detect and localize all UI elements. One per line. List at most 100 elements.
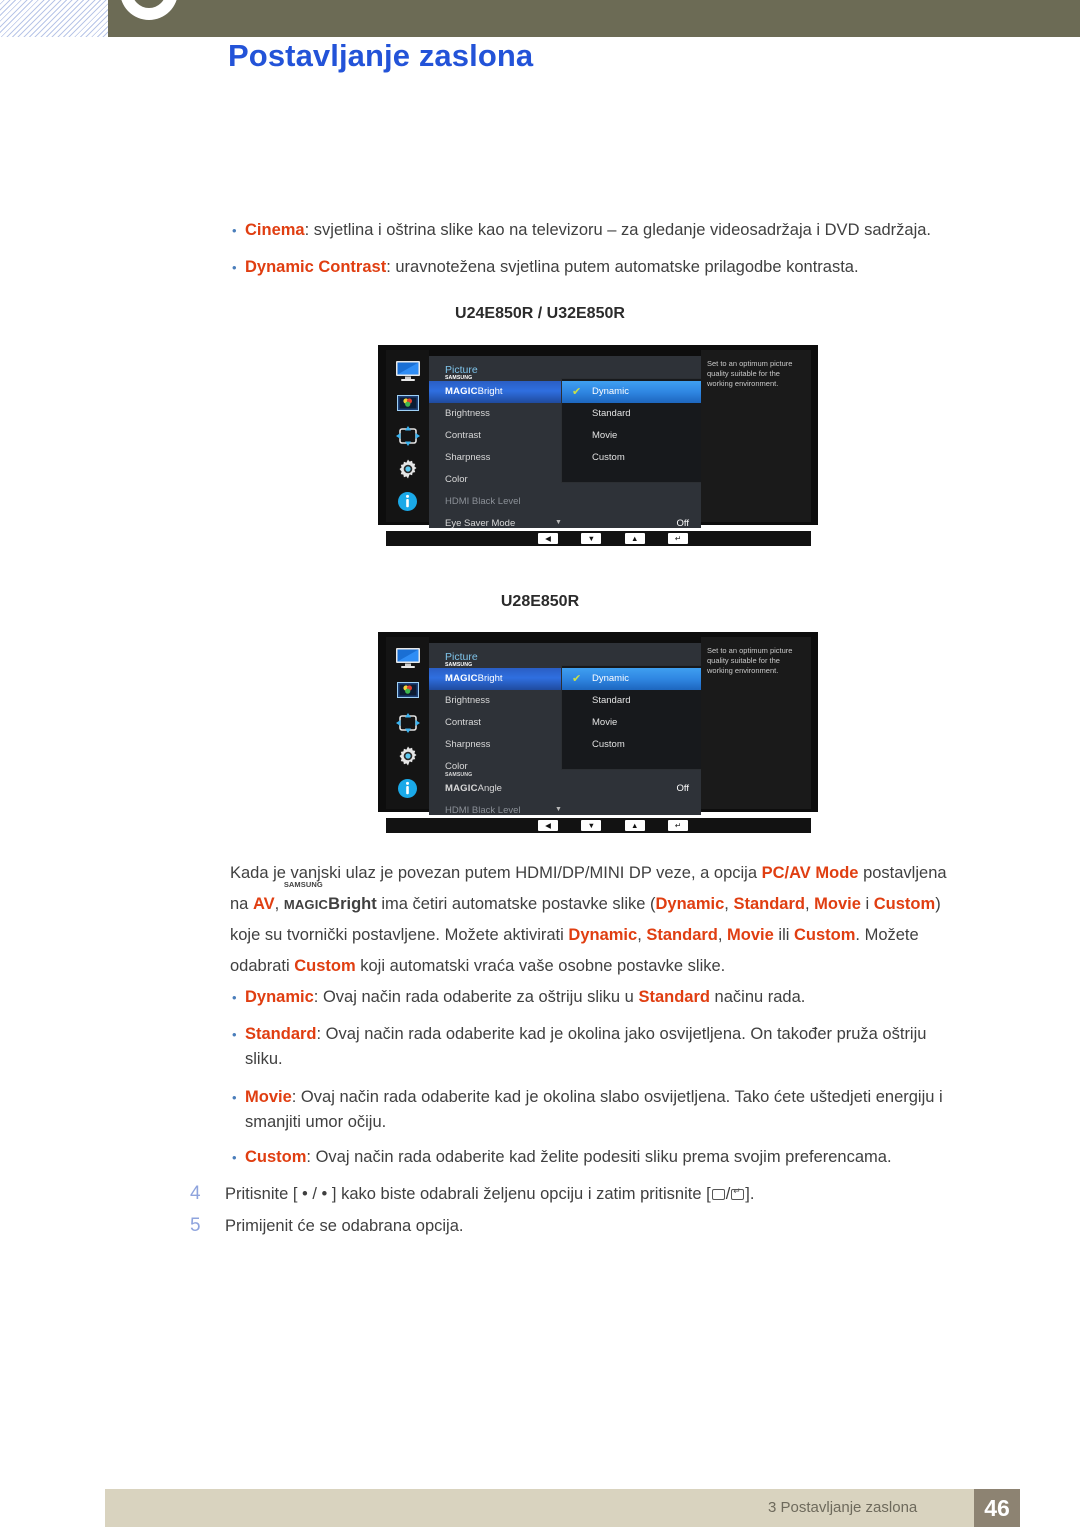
decorative-hatch-pattern [0,0,108,37]
bullet-mid-text: : Ovaj način rada odaberite kad je okoli… [316,1025,927,1043]
step-number: 4 [190,1183,201,1204]
osd-position-icon[interactable] [394,424,422,448]
osd-help-text: Set to an optimum picture quality suitab… [707,359,793,388]
step-item-5: 5 Primijenit će se odabrana opcija. [190,1213,1020,1239]
down-arrow-button[interactable]: ▼ [581,820,602,831]
dropdown-option-custom[interactable]: Custom [562,734,703,756]
option-label: Movie [592,430,618,441]
para-text: ima četiri automatske postavke slike ( [376,895,656,913]
settings-gear-icon[interactable] [394,457,422,481]
samsung-superscript: SAMSUNG [445,375,473,381]
osd-help-text: Set to an optimum picture quality suitab… [707,646,793,675]
para-text: odabrati [230,957,295,975]
magic-word: MAGIC [445,783,478,794]
osd-sidebar [386,637,429,809]
header-bar [108,0,1080,37]
monitor-icon[interactable] [394,646,422,670]
model-label-2: U28E850R [500,593,580,610]
up-arrow-button[interactable]: ▲ [624,533,645,544]
list-item: • Custom: Ovaj način rada odaberite kad … [230,1145,1020,1170]
para-text: koje su tvornički postavljene. Možete ak… [230,926,569,944]
bullet-content: Movie: Ovaj način rada odaberite kad je … [245,1085,943,1135]
list-item: • Dynamic: Ovaj način rada odaberite za … [230,985,1020,1010]
information-icon[interactable] [394,489,422,513]
dropdown-option-movie[interactable]: Movie [562,425,703,447]
para-text: ) [935,895,941,913]
left-arrow-button[interactable]: ◀ [538,820,558,831]
settings-gear-icon[interactable] [394,744,422,768]
para-text: na [230,895,253,913]
bullet-marker: • [232,1027,237,1042]
item-label: Brightness [445,695,490,706]
keyword-custom: Custom [245,1148,307,1166]
item-label: Contrast [445,430,481,441]
chapter-number: 3 [132,0,166,7]
osd-menu-item-magicangle[interactable]: SAMSUNG MAGICAngle Off [429,772,701,800]
dropdown-option-standard[interactable]: Standard [562,690,703,712]
step-text-part-a: Pritisnite [ • / • ] kako biste odabrali… [225,1185,711,1203]
bullet-marker: • [232,1090,237,1105]
bullet-second-line: sliku. [245,1050,283,1068]
bullet-rest-text: : svjetlina i oštrina slike kao na telev… [304,221,932,239]
item-label: Bright [477,386,503,397]
osd-screenshot-1: Picture SAMSUNG MAGICBright Brightness Co… [378,345,818,550]
osd-menu-item-hdmi-black-level[interactable]: HDMI Black Level [429,491,701,513]
bullet-content: Dynamic Contrast: uravnotežena svjetlina… [245,255,859,280]
magic-word: MAGIC [445,386,478,397]
dropdown-option-standard[interactable]: Standard [562,403,703,425]
magic-word: MAGIC [445,673,478,684]
keyword-custom: Custom [294,957,356,975]
description-paragraph: Kada je vanjski ulaz je povezan putem HD… [230,858,1020,982]
osd-position-icon[interactable] [394,711,422,735]
dropdown-option-custom[interactable]: Custom [562,447,703,469]
picture-color-icon[interactable] [394,392,422,416]
scroll-down-indicator[interactable]: ▼ [555,519,562,526]
keyword-cinema: Cinema [245,221,305,239]
keyword-movie: Movie [245,1088,292,1106]
step-item-4: 4 Pritisnite [ • / • ] kako biste odabra… [190,1181,1020,1207]
enter-button[interactable]: ↵ [667,533,688,544]
enter-button[interactable]: ↵ [667,820,688,831]
option-label: Dynamic [592,673,629,684]
item-label: Contrast [445,717,481,728]
keyword-dynamic: Dynamic [568,926,638,944]
item-label: HDMI Black Level [445,496,521,507]
list-item: • Standard: Ovaj način rada odaberite ka… [230,1022,1020,1072]
down-arrow-button[interactable]: ▼ [581,533,602,544]
bullet-marker: • [232,260,237,275]
menu-key-icon [711,1189,725,1200]
para-text: , [274,895,284,913]
information-icon[interactable] [394,776,422,800]
bullet-content: Custom: Ovaj način rada odaberite kad že… [245,1145,892,1170]
keyword-standard: Standard [733,895,805,913]
dropdown-option-dynamic[interactable]: ✔ Dynamic [562,668,703,690]
keyword-dynamic-contrast: Dynamic Contrast [245,258,387,276]
list-item: • Movie: Ovaj način rada odaberite kad j… [230,1085,1020,1135]
para-text: koji automatski vraća vaše osobne postav… [355,957,726,975]
bullet-mid-text: : Ovaj način rada odaberite kad želite p… [306,1148,892,1166]
osd-screenshot-2: Picture SAMSUNG MAGICBright Brightness Co… [378,632,818,837]
keyword-movie: Movie [814,895,861,913]
item-label: Brightness [445,408,490,419]
samsung-superscript: SAMSUNG [445,772,473,778]
samsung-superscript: SAMSUNG [445,662,473,668]
up-arrow-button[interactable]: ▲ [624,820,645,831]
page-number-badge: 46 [974,1489,1020,1527]
keyword-movie: Movie [727,926,774,944]
item-label: Color [445,474,468,485]
footer-chapter-text: 3 Postavljanje zaslona [768,1499,918,1516]
option-label: Standard [592,408,631,419]
checkmark-icon: ✔ [572,386,582,398]
dropdown-option-movie[interactable]: Movie [562,712,703,734]
left-arrow-button[interactable]: ◀ [538,533,558,544]
item-value: Off [676,783,690,794]
scroll-down-indicator[interactable]: ▼ [555,806,562,813]
picture-color-icon[interactable] [394,679,422,703]
monitor-icon[interactable] [394,359,422,383]
magicbright-inline-label: SAMSUNG MAGIC [283,881,329,920]
para-text: , [717,926,728,944]
dropdown-option-dynamic[interactable]: ✔ Dynamic [562,381,703,403]
osd-nav-buttons: ◀ ▼ ▲ ↵ [538,532,688,545]
magic-word: MAGIC [283,897,329,912]
bullet-content: Cinema: svjetlina i oštrina slike kao na… [245,218,931,243]
